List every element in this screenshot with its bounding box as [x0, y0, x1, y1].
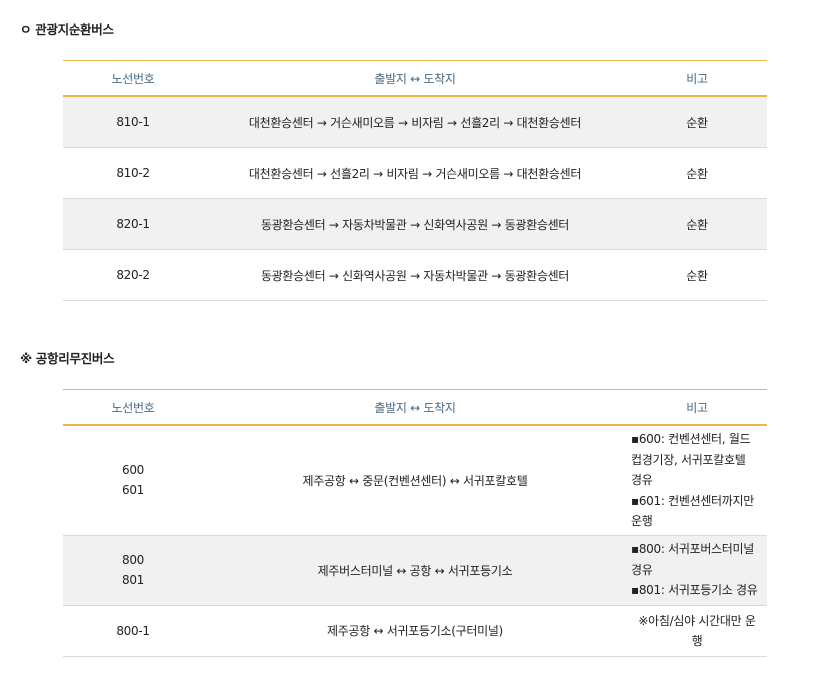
- table-header-row: 노선번호 출발지 ↔ 도착지 비고: [63, 389, 767, 426]
- route-number: 800 801: [63, 535, 203, 606]
- table-row: 810-1 대천환승센터 → 거슨새미오름 → 비자림 → 선흘2리 → 대천환…: [63, 96, 767, 148]
- header-remarks: 비고: [627, 60, 767, 97]
- route-remark: ▪600: 컨벤션센터, 월드 컵경기장, 서귀포칼호텔 경유 ▪601: 컨벤…: [627, 425, 767, 536]
- route-path: 대천환승센터 → 선흘2리 → 비자림 → 거슨새미오름 → 대천환승센터: [203, 147, 627, 199]
- route-remark: 순환: [627, 147, 767, 199]
- route-number: 820-1: [63, 198, 203, 250]
- route-path: 제주공항 ↔ 서귀포등기소(구터미널): [203, 605, 627, 657]
- airport-limousine-table: 노선번호 출발지 ↔ 도착지 비고 600 601 제주공항 ↔ 중문(컨벤션센…: [63, 389, 767, 657]
- route-number: 820-2: [63, 249, 203, 301]
- table-row: 800 801 제주버스터미널 ↔ 공항 ↔ 서귀포등기소 ▪800: 서귀포버…: [63, 535, 767, 606]
- route-number: 800-1: [63, 605, 203, 657]
- route-remark: 순환: [627, 198, 767, 250]
- header-route-number: 노선번호: [63, 60, 203, 97]
- section-title-airport-limousine: ※ 공항리무진버스: [20, 351, 115, 366]
- section-title-tour-bus: ㅇ 관광지순환버스: [20, 22, 114, 37]
- table-row: 800-1 제주공항 ↔ 서귀포등기소(구터미널) ※아침/심야 시간대만 운 …: [63, 605, 767, 657]
- table-row: 820-2 동광환승센터 → 신화역사공원 → 자동차박물관 → 동광환승센터 …: [63, 249, 767, 301]
- header-origin-destination: 출발지 ↔ 도착지: [203, 389, 627, 426]
- route-remark: 순환: [627, 249, 767, 301]
- route-path: 동광환승센터 → 자동차박물관 → 신화역사공원 → 동광환승센터: [203, 198, 627, 250]
- table-row: 820-1 동광환승센터 → 자동차박물관 → 신화역사공원 → 동광환승센터 …: [63, 198, 767, 250]
- route-number: 810-2: [63, 147, 203, 199]
- header-route-number: 노선번호: [63, 389, 203, 426]
- table-row: 600 601 제주공항 ↔ 중문(컨벤션센터) ↔ 서귀포칼호텔 ▪600: …: [63, 425, 767, 536]
- route-remark: ※아침/심야 시간대만 운 행: [627, 605, 767, 657]
- route-number: 810-1: [63, 96, 203, 148]
- route-remark: ▪800: 서귀포버스터미널 경유 ▪801: 서귀포등기소 경유: [627, 535, 767, 606]
- route-remark: 순환: [627, 96, 767, 148]
- route-path: 제주공항 ↔ 중문(컨벤션센터) ↔ 서귀포칼호텔: [203, 425, 627, 536]
- table-header-row: 노선번호 출발지 ↔ 도착지 비고: [63, 60, 767, 97]
- route-path: 제주버스터미널 ↔ 공항 ↔ 서귀포등기소: [203, 535, 627, 606]
- route-path: 대천환승센터 → 거슨새미오름 → 비자림 → 선흘2리 → 대천환승센터: [203, 96, 627, 148]
- header-origin-destination: 출발지 ↔ 도착지: [203, 60, 627, 97]
- route-number: 600 601: [63, 425, 203, 536]
- header-remarks: 비고: [627, 389, 767, 426]
- table-row: 810-2 대천환승센터 → 선흘2리 → 비자림 → 거슨새미오름 → 대천환…: [63, 147, 767, 199]
- tour-bus-table: 노선번호 출발지 ↔ 도착지 비고 810-1 대천환승센터 → 거슨새미오름 …: [63, 60, 767, 301]
- route-path: 동광환승센터 → 신화역사공원 → 자동차박물관 → 동광환승센터: [203, 249, 627, 301]
